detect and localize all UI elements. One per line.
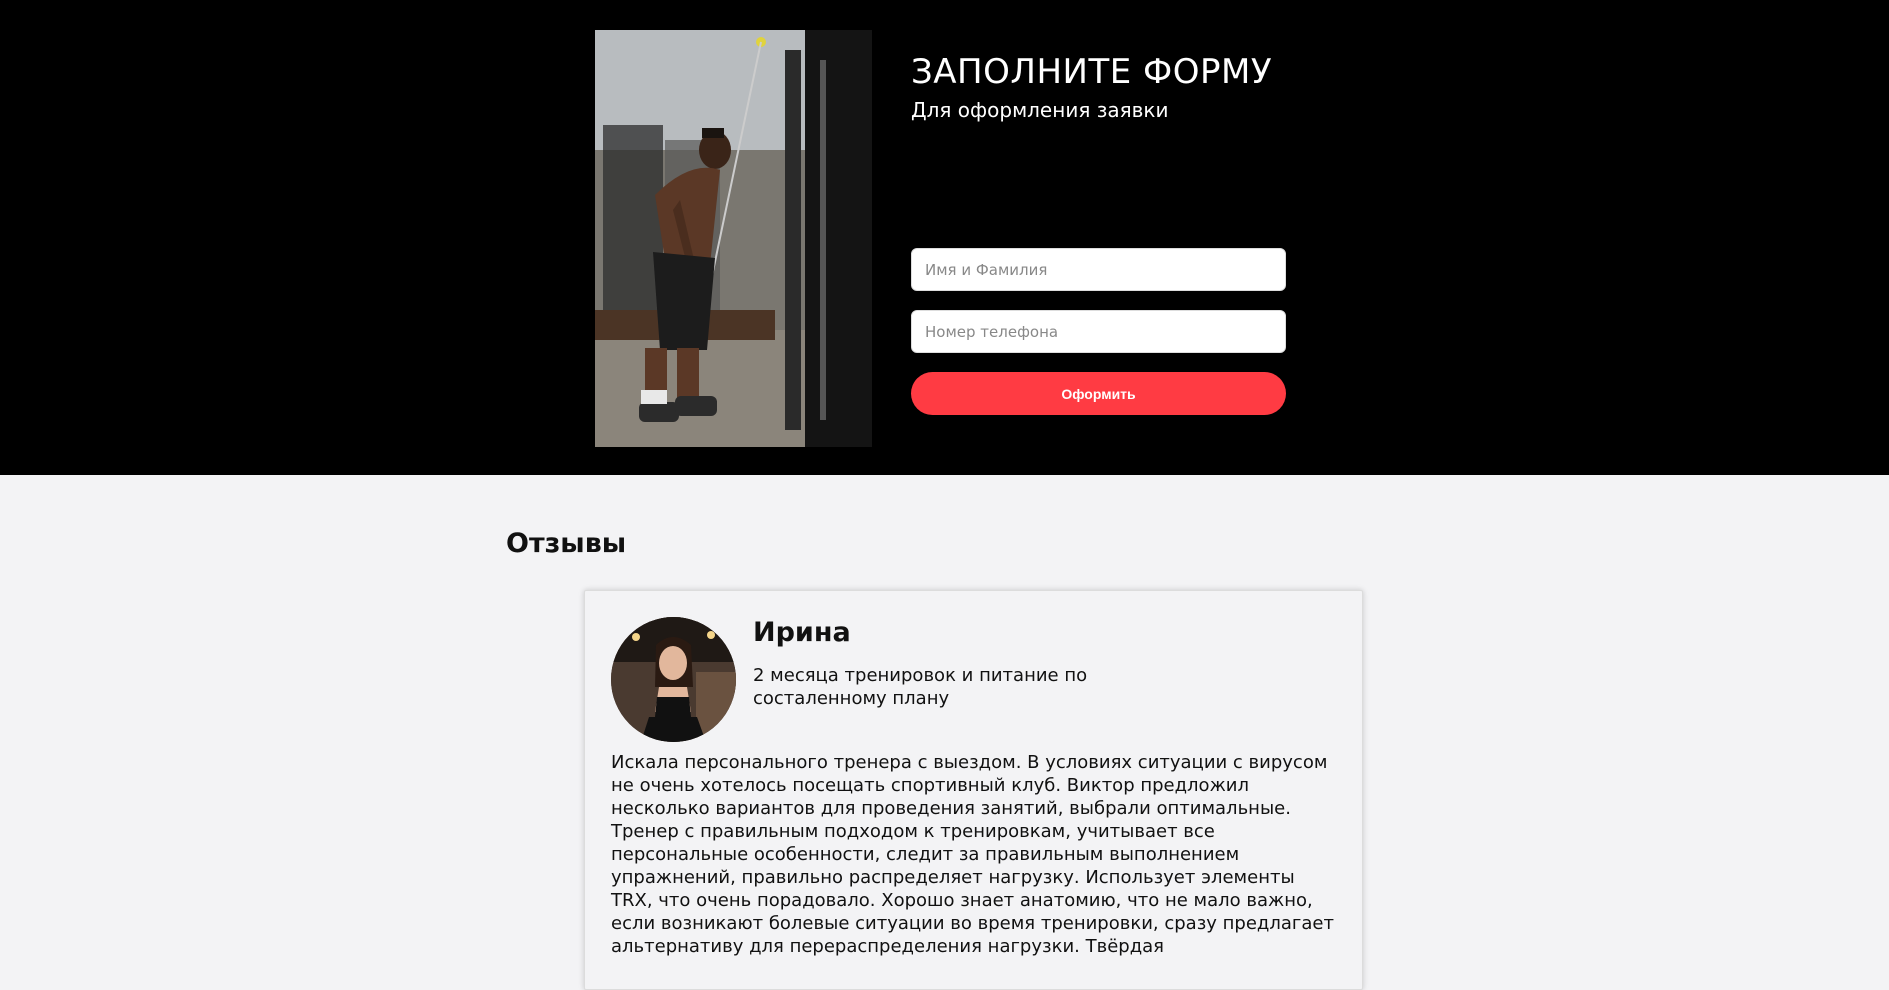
name-input[interactable]: [911, 248, 1286, 291]
review-text: Искала персонального тренера с выездом. …: [611, 752, 1334, 957]
reviews-title: Отзывы: [506, 528, 627, 559]
gym-trainer-photo: [595, 30, 872, 447]
submit-button[interactable]: Оформить: [911, 372, 1286, 415]
reviewer-program: 2 месяца тренировок и питание по состале…: [753, 665, 1088, 709]
reviewer-name: Ирина: [753, 617, 851, 648]
review-card: Ирина 2 месяца тренировок и питание по с…: [584, 590, 1363, 990]
form-title: ЗАПОЛНИТЕ ФОРМУ: [911, 52, 1273, 92]
phone-input[interactable]: [911, 310, 1286, 353]
form-subtitle: Для оформления заявки: [911, 98, 1169, 122]
reviewer-avatar-photo: [611, 617, 736, 742]
application-form-section: ЗАПОЛНИТЕ ФОРМУ Для оформления заявки Оф…: [0, 0, 1889, 475]
